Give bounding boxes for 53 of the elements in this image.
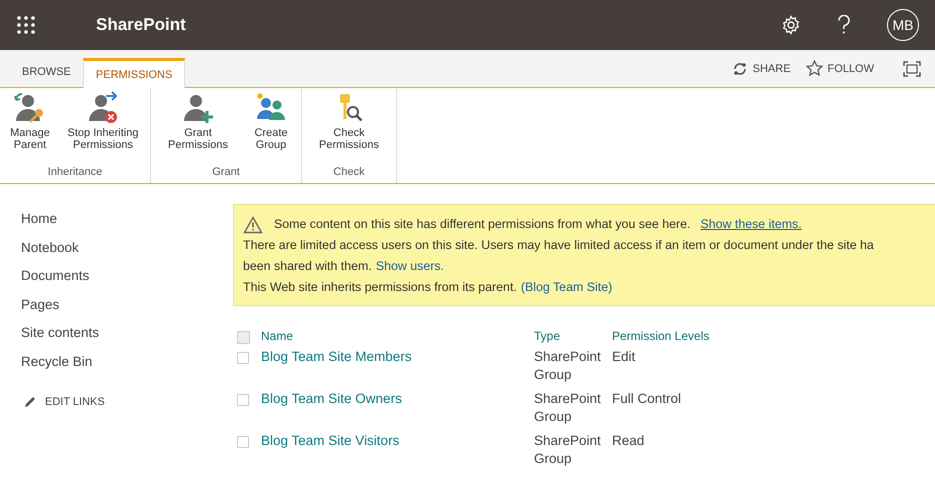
ribbon-button[interactable]: Check Permissions (305, 88, 393, 165)
ribbon-button[interactable]: Grant Permissions (154, 88, 242, 165)
pencil-icon (24, 396, 36, 408)
nav-link[interactable]: Recycle Bin (21, 354, 92, 382)
column-header[interactable]: Permission Levels (612, 329, 710, 343)
edit-links-link[interactable]: EDIT LINKS (45, 396, 105, 408)
app-launcher-icon[interactable] (17, 16, 35, 34)
nav-link[interactable]: Pages (21, 296, 60, 325)
column-header[interactable]: Name (261, 329, 294, 343)
ribbon-action[interactable]: FOLLOW (828, 62, 874, 74)
user-avatar[interactable]: MB (887, 9, 919, 41)
warning-icon (243, 216, 263, 234)
table-cell: SharePoint Group (534, 433, 601, 466)
show-items-link[interactable]: Show these items. (700, 214, 802, 235)
row-checkbox[interactable] (237, 394, 249, 406)
notice-text: There are limited access users on this site. Users may have limited access if an item or document under the site ha (243, 237, 874, 254)
ribbon-group-label: Inheritance (46, 165, 104, 180)
share-icon (732, 60, 748, 76)
person-blocked-icon (86, 91, 120, 125)
ribbon-tab[interactable]: PERMISSIONS (82, 58, 186, 88)
ribbon-button[interactable]: Manage Parent (3, 88, 57, 165)
ribbon-tab[interactable]: BROWSE (10, 58, 83, 87)
table-cell: SharePoint Group (534, 349, 601, 382)
row-checkbox[interactable] (237, 436, 249, 448)
ribbon-button[interactable]: Create Group (244, 88, 298, 165)
ribbon-action[interactable]: SHARE (752, 62, 791, 74)
star-icon (806, 60, 823, 77)
settings-icon[interactable] (781, 15, 801, 35)
show-users-link[interactable]: Show users. (376, 259, 444, 273)
app-title[interactable]: SharePoint (96, 15, 186, 35)
group-link[interactable]: Blog Team Site Owners (261, 391, 402, 406)
ribbon-group-label: Grant (211, 165, 241, 180)
nav-link[interactable]: Notebook (21, 240, 79, 268)
table-cell: Read (612, 433, 644, 448)
group-link[interactable]: Blog Team Site Members (261, 349, 412, 364)
table-cell: Edit (612, 349, 636, 364)
nav-link[interactable]: Home (21, 211, 58, 240)
select-all-checkbox[interactable] (237, 331, 250, 344)
column-header[interactable]: Type (534, 329, 560, 343)
table-cell: Full Control (612, 391, 682, 406)
row-checkbox[interactable] (237, 352, 249, 364)
group-link[interactable]: Blog Team Site Visitors (261, 433, 400, 448)
parent-site-link[interactable]: (Blog Team Site) (520, 280, 612, 294)
nav-link[interactable]: Documents (21, 268, 90, 296)
notice-text: been shared with them. (243, 259, 372, 273)
table-cell: SharePoint Group (534, 391, 601, 424)
focus-mode-icon[interactable] (903, 60, 921, 76)
ribbon-group-label: Check (332, 165, 366, 180)
notice-text: This Web site inherits permissions from its parent. (243, 280, 517, 294)
help-icon[interactable] (837, 15, 851, 35)
nav-link[interactable]: Site contents (21, 325, 100, 354)
notice-text: Some content on this site has different permissions from what you see here. (274, 216, 690, 233)
ribbon-button[interactable]: Stop Inheriting Permissions (59, 88, 147, 165)
